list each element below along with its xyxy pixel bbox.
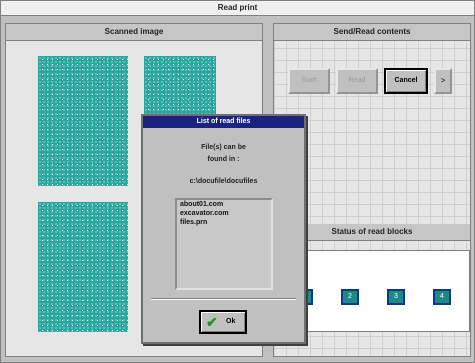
read-block-indicator: 2 xyxy=(341,289,359,305)
dialog-message-line2: found in : xyxy=(207,156,240,163)
start-button[interactable]: Start xyxy=(288,68,330,94)
file-list[interactable]: about01.com excavator.com files.prn xyxy=(175,198,273,290)
dialog-path: c:\docufile\docufiles xyxy=(189,178,258,185)
file-list-item[interactable]: files.prn xyxy=(177,218,271,227)
dialog-title: List of read files xyxy=(143,116,304,128)
read-button[interactable]: Read xyxy=(336,68,378,94)
read-print-window: Read print Scanned image Send/Read conte… xyxy=(0,0,475,363)
ok-button[interactable]: ✔ Ok xyxy=(199,310,247,334)
window-title: Read print xyxy=(1,1,474,16)
scanned-image-block xyxy=(38,56,128,186)
ok-button-label: Ok xyxy=(226,318,236,325)
scanned-image-block xyxy=(38,202,128,332)
dialog-separator xyxy=(151,298,296,300)
file-list-item[interactable]: excavator.com xyxy=(177,209,271,218)
dialog-message-line1: File(s) can be xyxy=(201,144,246,151)
scanned-image-title: Scanned image xyxy=(6,24,262,41)
send-read-title: Send/Read contents xyxy=(274,24,470,41)
list-of-read-files-dialog: List of read files File(s) can be found … xyxy=(141,114,306,344)
read-block-indicator: 3 xyxy=(387,289,405,305)
next-arrow-button[interactable]: > xyxy=(434,68,452,94)
read-block-indicator: 4 xyxy=(433,289,451,305)
cancel-button[interactable]: Cancel xyxy=(384,68,428,94)
status-blocks-area: 1 2 3 4 xyxy=(282,250,470,332)
file-list-item[interactable]: about01.com xyxy=(177,200,271,209)
checkmark-icon: ✔ xyxy=(206,314,218,330)
